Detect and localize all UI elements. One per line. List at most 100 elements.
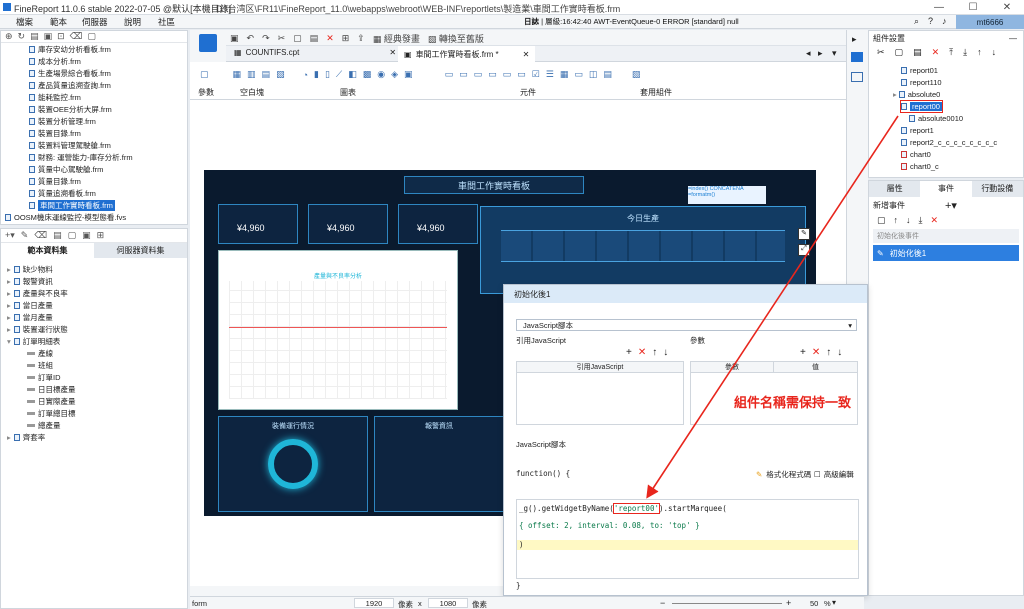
component-item[interactable]: ▸ absolute0	[893, 89, 940, 100]
zoom-value[interactable]: 50	[810, 599, 818, 608]
tab-left-icon[interactable]: ◂	[806, 48, 811, 59]
file-item[interactable]: OOSM機床運線監控-模型態看.fvs	[5, 212, 126, 223]
edit-icon[interactable]: ✎	[21, 230, 29, 241]
tab-close-icon[interactable]: ✕	[389, 48, 396, 57]
menu-help[interactable]: 說明	[124, 16, 141, 28]
canvas-height-input[interactable]: 1080	[428, 598, 468, 608]
file-item[interactable]: 生產場景綜合看板.frm	[29, 68, 111, 79]
file-item[interactable]: 裝置分析管理.frm	[29, 116, 96, 127]
widget-icon-8[interactable]: ☰	[546, 69, 554, 80]
chart-icon-5[interactable]: ◧	[348, 69, 357, 80]
tab-server-dataset[interactable]: 伺服器資料集	[94, 242, 187, 258]
help-icon[interactable]: ?	[928, 16, 933, 26]
move-up-icon[interactable]: ↑	[826, 347, 831, 358]
edit-widget-icon[interactable]: ✎	[798, 228, 810, 240]
delete-icon[interactable]: ⌫	[34, 230, 47, 241]
collapse-icon[interactable]: ▸	[852, 34, 857, 45]
file-item[interactable]: 成本分析.frm	[29, 56, 81, 67]
dataset-item[interactable]: ▸ 缺少物料	[7, 264, 53, 275]
minimize-icon[interactable]: —	[922, 0, 956, 15]
save-icon[interactable]: ▣	[44, 31, 53, 42]
param-icon[interactable]: ▢	[200, 69, 209, 80]
menu-community[interactable]: 社區	[158, 16, 175, 28]
tab-mobile[interactable]: 行動設備	[971, 180, 1023, 197]
file-item[interactable]: 裝置料管理駕駛艙.frm	[29, 140, 111, 151]
file-item[interactable]: 裝置OEE分析大屏.frm	[29, 104, 112, 115]
layout-icon-4[interactable]: ▧	[276, 69, 285, 80]
file-item[interactable]: 財務: 運營能力-庫存分析.frm	[29, 152, 133, 163]
preview-icon[interactable]: ⊞	[342, 33, 350, 44]
dataset-field[interactable]: 訂單總目標	[27, 408, 76, 419]
chart-icon-6[interactable]: ▩	[363, 69, 372, 80]
dataset-field[interactable]: 班組	[27, 360, 53, 371]
trial-button[interactable]: ▦ 經典發畫	[373, 32, 420, 45]
move-bottom-icon[interactable]: ⤓	[963, 47, 967, 58]
dataset-field[interactable]: 訂單ID	[27, 372, 61, 383]
maximize-icon[interactable]: ☐	[956, 0, 990, 15]
add-icon[interactable]: +	[626, 347, 632, 358]
user-badge[interactable]: mt6666	[956, 15, 1024, 29]
chart-icon-3[interactable]: ▯	[325, 69, 330, 80]
refresh-icon[interactable]: ↻	[18, 31, 26, 42]
paste-icon[interactable]: ▤	[310, 33, 319, 44]
lock-icon[interactable]: ⊡	[57, 31, 65, 42]
widget-panel-icon[interactable]	[851, 72, 863, 82]
component-item[interactable]: report110	[901, 77, 942, 88]
convert-button[interactable]: ▧ 轉換至舊版	[428, 32, 484, 45]
widget-icon-11[interactable]: ◫	[589, 69, 598, 80]
widget-icon-1[interactable]: ▭	[445, 69, 454, 80]
zoom-slider[interactable]	[672, 603, 782, 604]
doc-tab-active[interactable]: ▣ 車間工作實時看板.frm * ✕	[398, 46, 536, 62]
bell-icon[interactable]: ♪	[942, 16, 947, 26]
undo-icon[interactable]: ↶	[247, 33, 255, 44]
menu-file[interactable]: 檔案	[16, 16, 33, 28]
widget-icon-5[interactable]: ▭	[503, 69, 512, 80]
component-item[interactable]: chart0_c	[901, 161, 939, 172]
component-panel-icon[interactable]	[851, 52, 863, 62]
ref-table[interactable]: 引用JavaScript	[516, 361, 684, 425]
params-icon[interactable]: ⊞	[97, 230, 105, 241]
component-item[interactable]: report2_c_c_c_c_c_c_c_c	[901, 137, 997, 148]
add-dataset-icon[interactable]: +▾	[5, 230, 15, 241]
widget-icon-7[interactable]: ☑	[532, 69, 540, 80]
open-icon[interactable]: ▤	[30, 31, 39, 42]
today-panel[interactable]: 今日生產	[480, 206, 806, 294]
chart-icon-4[interactable]: ⟋	[336, 69, 342, 80]
alarm-panel[interactable]: 報警資訊	[374, 416, 504, 512]
dataset-field[interactable]: 日實際產量	[27, 396, 76, 407]
move-down-icon[interactable]: ↓	[663, 347, 668, 358]
component-item[interactable]: absolute0010	[909, 113, 963, 124]
tab-attributes[interactable]: 屬性	[869, 180, 921, 197]
chart-icon-7[interactable]: ◉	[377, 69, 385, 80]
delete-icon[interactable]: ✕	[326, 33, 334, 44]
file-item[interactable]: 能耗監控.frm	[29, 92, 81, 103]
gauge-panel[interactable]: 裝備運行情況	[218, 416, 368, 512]
dataset-field[interactable]: 日目標產量	[27, 384, 76, 395]
preview-icon[interactable]: ▤	[53, 230, 62, 241]
add-event-icon[interactable]: +▾	[945, 199, 957, 212]
search-icon[interactable]: ⌕	[914, 16, 919, 27]
script-type-select[interactable]: JavaScript腳本 ▾	[516, 319, 857, 331]
kpi-card[interactable]: ¥4,960	[398, 204, 478, 244]
file-item[interactable]: 庫存安幼分析看板.frm	[29, 44, 111, 55]
delete-icon[interactable]: ✕	[931, 215, 939, 226]
dataset-item[interactable]: ▸ 齊套率	[7, 432, 45, 443]
dataset-item[interactable]: ▸ 當月產量	[7, 312, 53, 323]
event-item-selected[interactable]: ✎ 初始化後1	[873, 245, 1019, 261]
move-up-icon[interactable]: ↑	[977, 47, 982, 57]
paste-icon[interactable]: ▣	[82, 230, 91, 241]
tab-right-icon[interactable]: ▸	[818, 48, 823, 59]
new-folder-icon[interactable]: ⊕	[5, 31, 13, 42]
redo-icon[interactable]: ↷	[262, 33, 270, 44]
zoom-in-icon[interactable]: +	[786, 598, 791, 608]
dataset-item[interactable]: ▸ 產量與不良率	[7, 288, 68, 299]
delete-icon[interactable]: ✕	[812, 347, 820, 358]
move-bottom-icon[interactable]: ⤓	[919, 215, 923, 226]
move-up-icon[interactable]: ↑	[894, 215, 899, 225]
copy-icon[interactable]: ▢	[877, 215, 886, 226]
tab-events[interactable]: 事件	[920, 180, 972, 197]
copy-icon[interactable]: ▢	[293, 33, 302, 44]
file-item[interactable]: 質量追溯看板.frm	[29, 188, 96, 199]
preview-big-icon[interactable]	[199, 34, 217, 52]
file-item[interactable]: 裝置目錄.frm	[29, 128, 81, 139]
